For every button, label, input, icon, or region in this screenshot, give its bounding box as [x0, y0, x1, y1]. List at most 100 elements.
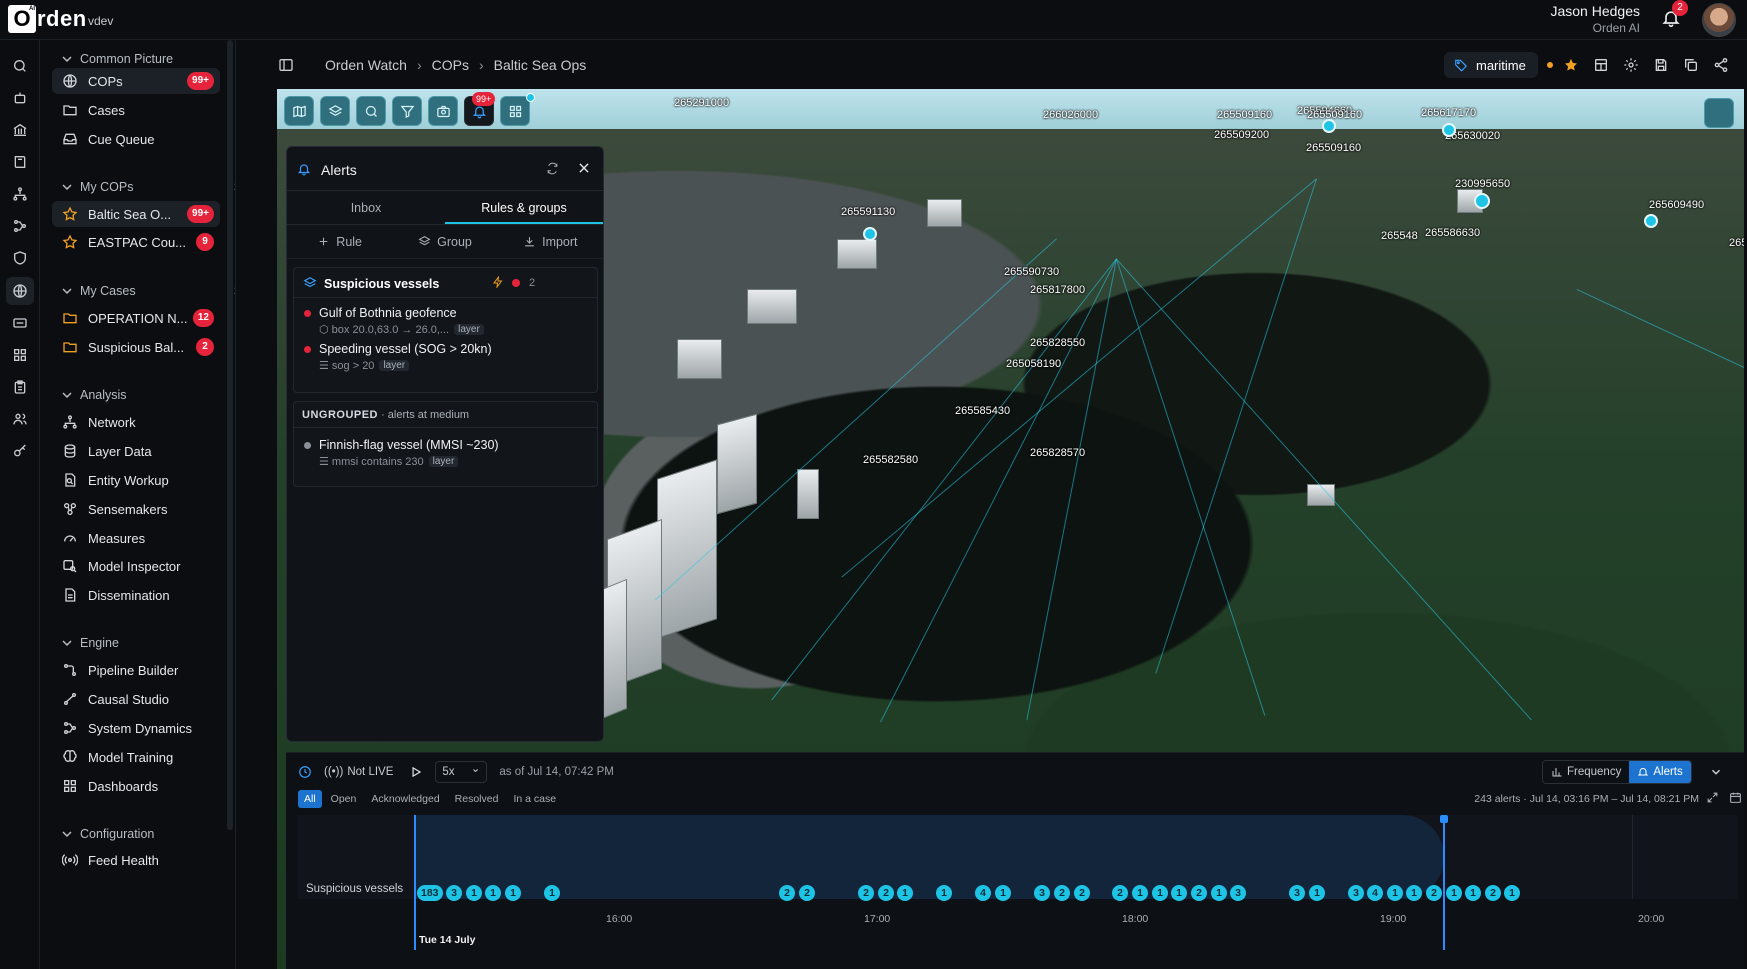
vessel-label[interactable]: 265291000: [674, 97, 729, 109]
rule-item[interactable]: Speeding vessel (SOG > 20kn) ☰ sog > 20 l…: [304, 342, 492, 372]
sidebar-item-measures[interactable]: Measures: [52, 525, 220, 551]
alert-count-bubble[interactable]: 1: [544, 885, 560, 901]
alert-count-bubble[interactable]: 1: [995, 885, 1011, 901]
vessel-marker[interactable]: [1474, 193, 1490, 209]
alert-count-bubble[interactable]: 2: [1191, 885, 1207, 901]
alert-count-bubble[interactable]: 1: [936, 885, 952, 901]
copy-icon[interactable]: [1683, 57, 1699, 73]
star-icon[interactable]: [1563, 57, 1579, 73]
alert-count-bubble[interactable]: 1: [1132, 885, 1148, 901]
vessel-label[interactable]: 265591130: [841, 206, 895, 218]
sidebar-item-network[interactable]: Network: [52, 409, 220, 435]
rule-item[interactable]: Gulf of Bothnia geofence ⬡ box 20.0,63.0…: [304, 306, 484, 336]
orden-logo[interactable]: O AI rden: [8, 4, 87, 34]
tab-inbox[interactable]: Inbox: [287, 191, 445, 224]
vessel-label[interactable]: 265617170: [1421, 107, 1476, 119]
section-my-cases[interactable]: My Cases2: [62, 284, 235, 298]
sidebar-item-entity-workup[interactable]: Entity Workup: [52, 467, 220, 493]
alert-count-bubble[interactable]: 1: [485, 885, 501, 901]
range-end-handle[interactable]: [1440, 815, 1448, 950]
sidebar-item-suspicious-baltic[interactable]: Suspicious Bal... 2: [52, 334, 220, 360]
sidebar-item-sensemakers[interactable]: Sensemakers: [52, 496, 220, 522]
vessel-label[interactable]: 265828550: [1030, 337, 1085, 349]
alert-count-bubble[interactable]: 2: [1112, 885, 1128, 901]
live-status[interactable]: Not LIVE: [347, 766, 393, 778]
sidebar-item-dissemination[interactable]: Dissemination: [52, 582, 220, 608]
alert-count-bubble[interactable]: 1: [1465, 885, 1481, 901]
alert-count-bubble[interactable]: 2: [1054, 885, 1070, 901]
sidebar-item-dashboards[interactable]: Dashboards: [52, 773, 220, 799]
filter-all[interactable]: All: [298, 790, 322, 808]
speed-select[interactable]: 5x: [435, 759, 488, 783]
sidebar-item-baltic-sea-ops[interactable]: Baltic Sea O... 99+: [52, 201, 220, 227]
search-icon[interactable]: [356, 96, 386, 126]
section-analysis[interactable]: Analysis: [62, 388, 127, 402]
search-icon[interactable]: [12, 58, 28, 74]
user-info[interactable]: Jason Hedges Orden AI: [1550, 3, 1640, 35]
alert-count-bubble[interactable]: 3: [1034, 885, 1050, 901]
sidebar-item-cops[interactable]: COPs 99+: [52, 68, 220, 94]
vessel-label[interactable]: 265586630: [1425, 227, 1480, 239]
alert-count-bubble[interactable]: 1: [466, 885, 482, 901]
alert-count-bubble[interactable]: 1: [1446, 885, 1462, 901]
sidebar-toggle-icon[interactable]: [278, 57, 294, 73]
sidebar-item-causal-studio[interactable]: Causal Studio: [52, 686, 220, 712]
alert-count-bubble[interactable]: 2: [1426, 885, 1442, 901]
vessel-label[interactable]: 265509200: [1214, 129, 1269, 141]
vessel-label[interactable]: 265828570: [1030, 447, 1085, 459]
sidebar-item-cue-queue[interactable]: Cue Queue: [52, 126, 220, 152]
alert-count-bubble[interactable]: 4: [975, 885, 991, 901]
camera-icon[interactable]: [428, 96, 458, 126]
gear-icon[interactable]: [1623, 57, 1639, 73]
section-engine[interactable]: Engine: [62, 636, 119, 650]
card-icon[interactable]: [12, 315, 28, 331]
globe-icon[interactable]: [6, 277, 34, 305]
alert-count-bubble[interactable]: 4: [1367, 885, 1383, 901]
alert-count-bubble[interactable]: 3: [1230, 885, 1246, 901]
grid-icon[interactable]: [12, 347, 28, 363]
shield-icon[interactable]: [12, 250, 28, 266]
alert-count-bubble[interactable]: 2: [1074, 885, 1090, 901]
alert-count-bubble[interactable]: 3: [1289, 885, 1305, 901]
alert-count-bubble[interactable]: 1: [1387, 885, 1403, 901]
vessel-label[interactable]: 265582580: [863, 454, 918, 466]
grid-icon[interactable]: [500, 96, 530, 126]
vessel-label[interactable]: 265509160: [1307, 109, 1362, 121]
layers-icon[interactable]: [320, 96, 350, 126]
sidebar-item-model-inspector[interactable]: Model Inspector: [52, 553, 220, 579]
filter-in-a-case[interactable]: In a case: [507, 790, 562, 808]
key-icon[interactable]: [12, 443, 28, 459]
filter-open[interactable]: Open: [325, 790, 363, 808]
section-common-picture[interactable]: Common Picture: [62, 52, 173, 66]
import-button[interactable]: Import: [498, 225, 603, 258]
hierarchy-icon[interactable]: [12, 186, 28, 202]
breadcrumb-item[interactable]: Orden Watch: [325, 57, 407, 73]
users-icon[interactable]: [12, 411, 28, 427]
tab-rules-groups[interactable]: Rules & groups: [445, 191, 603, 224]
alert-count-bubble[interactable]: 1: [897, 885, 913, 901]
map-icon[interactable]: [284, 96, 314, 126]
alert-count-bubble[interactable]: 1: [1406, 885, 1422, 901]
add-group-button[interactable]: Group: [392, 225, 497, 258]
vessel-marker[interactable]: [1322, 119, 1336, 133]
alert-count-bubble[interactable]: 1: [1309, 885, 1325, 901]
clipboard-icon[interactable]: [12, 379, 28, 395]
vessel-label[interactable]: 265509160: [1306, 142, 1361, 154]
sidebar-item-pipeline-builder[interactable]: Pipeline Builder: [52, 657, 220, 683]
calendar-icon[interactable]: [1729, 791, 1742, 804]
sidebar-scrollbar[interactable]: [227, 40, 233, 830]
vessel-label[interactable]: 265585430: [955, 405, 1010, 417]
section-my-cops[interactable]: My COPs2: [62, 180, 235, 194]
avatar[interactable]: [1702, 3, 1736, 37]
alert-count-bubble[interactable]: 1: [1504, 885, 1520, 901]
layout-icon[interactable]: [1593, 57, 1609, 73]
filter-icon[interactable]: [392, 96, 422, 126]
vessel-label[interactable]: 265590730: [1004, 266, 1059, 278]
frequency-button[interactable]: Frequency: [1543, 761, 1629, 783]
sidebar-item-layer-data[interactable]: Layer Data: [52, 438, 220, 464]
workflow-icon[interactable]: [12, 218, 28, 234]
maritime-tag[interactable]: maritime: [1444, 52, 1538, 78]
alert-count-bubble[interactable]: 3: [446, 885, 462, 901]
alert-count-bubble[interactable]: 2: [858, 885, 874, 901]
vessel-label[interactable]: 265817800: [1030, 284, 1085, 296]
